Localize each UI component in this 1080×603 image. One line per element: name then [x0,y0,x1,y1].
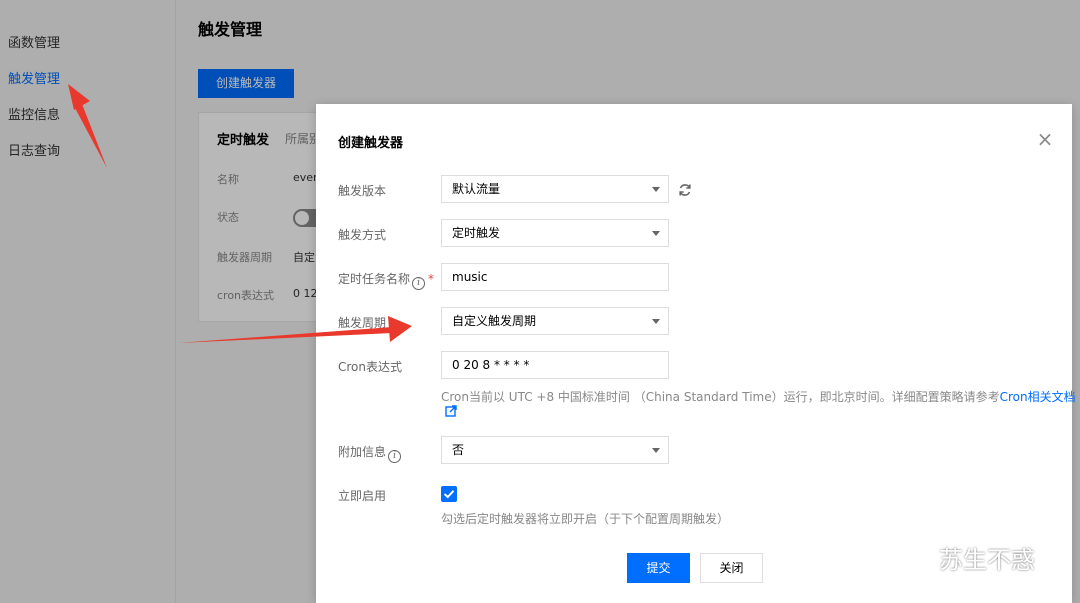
period-label-text: 触发周期 [338,316,387,330]
chevron-down-icon [652,231,660,236]
info-icon[interactable]: i [412,277,426,290]
submit-button[interactable]: 提交 [627,553,690,583]
enable-label: 立即启用 [338,489,387,503]
cron-help-text: Cron当前以 UTC +8 中国标准时间 （China Standard Ti… [441,388,1076,405]
info-icon[interactable]: i [388,450,402,463]
method-select[interactable]: 定时触发 [441,219,669,247]
cron-docs-link[interactable]: Cron相关文档 [1000,390,1076,404]
task-name-label-text: 定时任务名称 [338,272,411,286]
required-mark: * [428,272,435,286]
chevron-down-icon [652,187,660,192]
cron-input[interactable]: 0 20 8 * * * * [441,351,669,379]
extra-select[interactable]: 否 [441,436,669,464]
version-select-value: 默认流量 [452,182,501,196]
method-select-value: 定时触发 [452,226,501,240]
refresh-icon[interactable] [677,182,693,198]
task-name-input[interactable]: music [441,263,669,291]
method-label: 触发方式 [338,228,387,242]
extra-select-value: 否 [452,443,465,457]
watermark: 苏生不惑 [895,538,1055,574]
create-trigger-dialog: 创建触发器 × 触发版本 默认流量 触发方式 定时触发 定时任务名称 i * mus… [316,104,1076,603]
enable-help-text: 勾选后定时触发器将立即开启（于下个配置周期触发） [441,512,730,526]
period-select[interactable]: 自定义触发周期 [441,307,669,335]
task-name-input-value: music [452,270,488,284]
version-label: 触发版本 [338,184,387,198]
dialog-title: 创建触发器 [338,136,404,151]
extra-label: 附加信息 i [338,443,402,463]
close-button[interactable]: 关闭 [700,553,763,583]
task-name-label: 定时任务名称 i * [338,270,434,290]
cron-label: Cron表达式 [338,360,402,374]
extra-label-text: 附加信息 [338,445,387,459]
watermark-text: 苏生不惑 [939,546,1035,574]
cron-help-body: Cron当前以 UTC +8 中国标准时间 （China Standard Ti… [441,390,1000,404]
chevron-down-icon [652,319,660,324]
external-link-icon[interactable] [445,405,457,417]
period-select-value: 自定义触发周期 [452,314,537,328]
check-icon [443,490,455,499]
chevron-down-icon [652,448,660,453]
period-label: 触发周期 * [338,314,395,331]
cron-input-value: 0 20 8 * * * * [452,358,530,372]
required-mark: * [389,316,396,330]
wechat-icon [896,542,930,570]
enable-checkbox[interactable] [441,486,457,502]
version-select[interactable]: 默认流量 [441,175,669,203]
close-icon[interactable]: × [1036,129,1054,149]
